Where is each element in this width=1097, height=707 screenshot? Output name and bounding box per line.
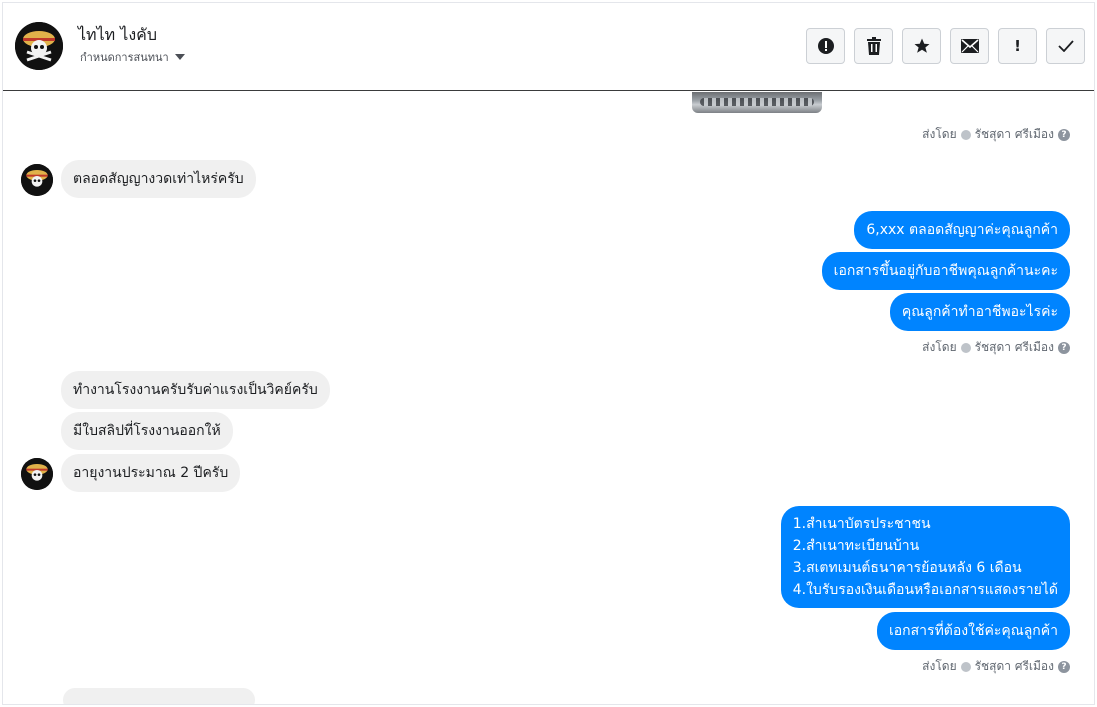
star-icon [914,38,929,53]
checkmark-icon [1057,40,1074,52]
sent-by-prefix: ส่งโดย [922,659,957,673]
help-icon[interactable]: ? [1058,128,1070,141]
star-button[interactable] [902,28,941,64]
outgoing-message-list: 1.สำเนาบัตรประชาชน 2.สำเนาทะเบียนบ้าน 3.… [780,506,1070,608]
help-icon[interactable]: ? [1058,660,1070,673]
sent-by-label: ส่งโดย รัชสุดา ศรีเมือง ? [922,657,1070,676]
thread-divider [21,704,1094,705]
incoming-message-partial [63,688,255,704]
inbox-conversation-panel: ไทไท ไงคับ กำหนดการสนทนา ! ส่งโดย รัชสุด… [2,2,1095,705]
mark-done-button[interactable] [1046,28,1085,64]
assign-conversation-dropdown[interactable]: กำหนดการสนทนา [80,48,185,66]
agent-name: รัชสุดา ศรีเมือง [974,659,1054,673]
envelope-icon [960,39,979,53]
agent-status-icon [960,129,971,140]
outgoing-message: เอกสารที่ต้องใช้ค่ะคุณลูกค้า [876,612,1070,650]
conversation-header: ไทไท ไงคับ กำหนดการสนทนา ! [3,3,1094,91]
conversation-actions: ! [806,28,1085,64]
help-icon[interactable]: ? [1058,341,1070,354]
document-line: 1.สำเนาบัตรประชาชน [792,516,931,532]
incoming-message: มีใบสลิปที่โรงงานออกให้ [61,412,233,450]
sent-by-prefix: ส่งโดย [922,127,957,141]
caret-down-icon [174,54,185,60]
follow-up-button[interactable]: ! [998,28,1037,64]
agent-name: รัชสุดา ศรีเมือง [974,127,1054,141]
agent-status-icon [960,342,971,353]
document-line: 3.สเตทเมนต์ธนาคารย้อนหลัง 6 เดือน [792,560,1022,576]
alert-circle-icon [817,38,834,54]
sent-by-label: ส่งโดย รัชสุดา ศรีเมือง ? [922,338,1070,357]
incoming-message: ทำงานโรงงานครับรับค่าแรงเป็นวิคย์ครับ [61,371,330,409]
contact-avatar-small [21,164,53,196]
shared-image-attachment[interactable] [692,92,822,113]
contact-name: ไทไท ไงคับ [78,25,157,44]
outgoing-message: เอกสารขึ้นอยู่กับอาชีพคุณลูกค้านะคะ [821,252,1070,290]
message-thread[interactable]: ส่งโดย รัชสุดา ศรีเมือง ? ตลอดสัญญางวดเท… [3,92,1094,705]
contact-avatar-small [21,458,53,490]
delete-button[interactable] [854,28,893,64]
assign-conversation-label: กำหนดการสนทนา [80,51,169,64]
incoming-message: ตลอดสัญญางวดเท่าไหร่ครับ [61,160,256,198]
agent-name: รัชสุดา ศรีเมือง [974,340,1054,354]
trash-icon [866,37,881,55]
contact-avatar[interactable] [15,22,63,70]
document-line: 4.ใบรับรองเงินเดือนหรือเอกสารแสดงรายได้ [792,582,1058,598]
sent-by-label: ส่งโดย รัชสุดา ศรีเมือง ? [922,125,1070,144]
incoming-message: อายุงานประมาณ 2 ปีครับ [61,454,241,492]
outgoing-message: คุณลูกค้าทำอาชีพอะไรค่ะ [889,293,1070,331]
report-spam-button[interactable] [806,28,845,64]
sent-by-prefix: ส่งโดย [922,340,957,354]
exclamation-icon: ! [1014,37,1021,55]
mark-unread-button[interactable] [950,28,989,64]
document-line: 2.สำเนาทะเบียนบ้าน [792,538,920,554]
agent-status-icon [960,661,971,672]
outgoing-message: 6,xxx ตลอดสัญญาค่ะคุณลูกค้า [854,211,1070,249]
